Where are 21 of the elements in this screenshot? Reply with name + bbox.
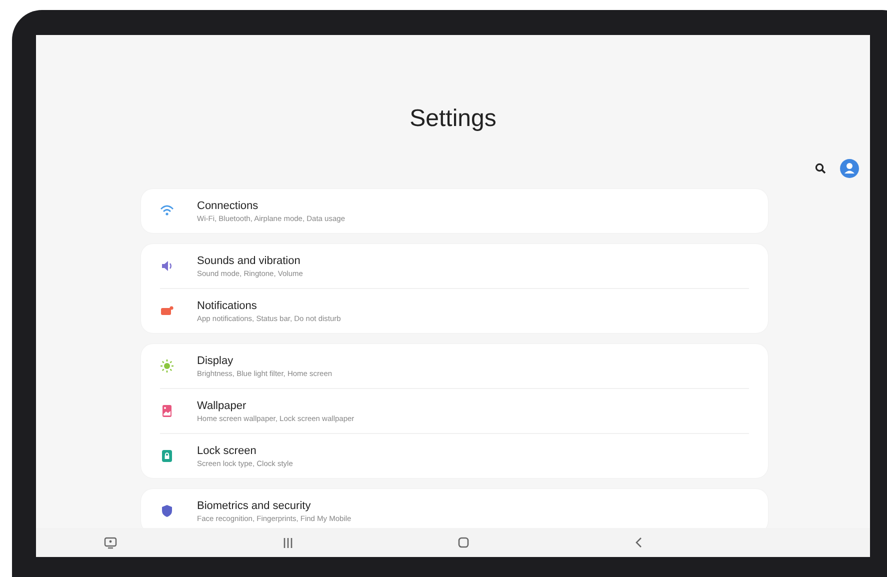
back-icon[interactable] [634,537,642,548]
lock-icon [160,449,174,463]
recent-apps-icon[interactable] [282,538,293,548]
setting-title[interactable]: Connections [197,198,345,212]
notification-icon [160,304,174,318]
search-icon[interactable] [815,163,826,174]
profile-icon[interactable] [840,159,859,178]
setting-title[interactable]: Display [197,354,332,368]
sun-icon [160,359,174,373]
shield-icon [160,504,174,518]
setting-title[interactable]: Lock screen [197,444,293,458]
home-icon[interactable] [458,537,470,548]
image-icon [160,404,174,418]
screen-icon[interactable] [104,536,117,548]
wifi-icon [160,204,174,218]
setting-title[interactable]: Notifications [197,298,341,312]
setting-title[interactable]: Biometrics and security [197,498,352,512]
setting-title[interactable]: Sounds and vibration [197,254,303,268]
setting-title[interactable]: Wallpaper [197,398,354,412]
page-title: Settings [410,104,496,134]
speaker-icon [160,259,174,273]
